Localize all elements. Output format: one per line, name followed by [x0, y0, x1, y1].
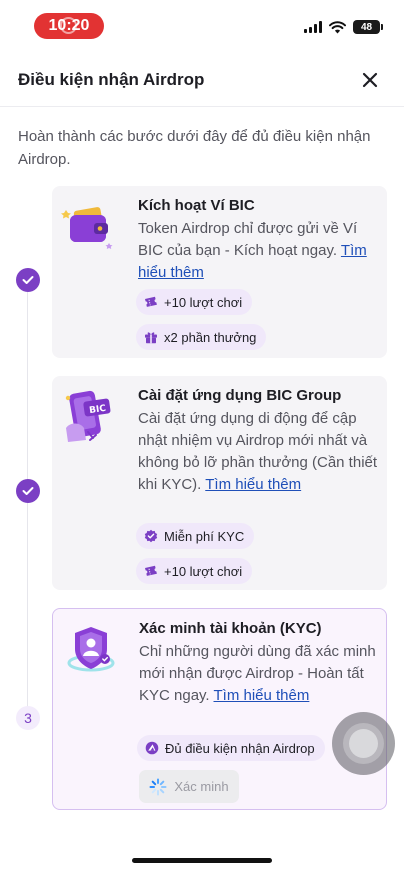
- step-card-install-app: BIC Cài đặt ứng dụng BIC Group Cài đặt ứ…: [52, 376, 387, 590]
- step-2-complete-badge: [16, 479, 40, 503]
- reward-chip-plays: +10 lượt chơi: [136, 558, 253, 584]
- verify-button[interactable]: Xác minh: [139, 770, 239, 803]
- wallet-icon: [61, 207, 113, 249]
- eligibility-chip: Đủ điều kiện nhận Airdrop: [137, 735, 325, 761]
- step-description: Chỉ những người dùng đã xác minh mới nhậ…: [139, 643, 376, 704]
- step-3-number-badge: 3: [16, 706, 40, 730]
- step-description: Cài đặt ứng dụng di động để cập nhật nhi…: [138, 410, 378, 493]
- phone-app-icon: BIC: [65, 390, 111, 442]
- home-indicator[interactable]: [132, 858, 272, 863]
- learn-more-link[interactable]: Tìm hiểu thêm: [214, 687, 310, 704]
- verify-button-label: Xác minh: [174, 779, 229, 794]
- reward-chip-multiplier: x2 phần thưởng: [136, 324, 267, 350]
- verified-badge-icon: [144, 529, 158, 543]
- wifi-icon: [329, 20, 346, 33]
- learn-more-link[interactable]: Tìm hiểu thêm: [205, 476, 301, 493]
- status-indicators: 48: [304, 20, 383, 34]
- step-1-complete-badge: [16, 268, 40, 292]
- chip-label: +10 lượt chơi: [164, 294, 243, 310]
- header-divider: [0, 106, 404, 107]
- ticket-icon: [145, 296, 157, 307]
- reward-chip-free-kyc: Miễn phí KYC: [136, 523, 255, 549]
- chip-label: x2 phần thưởng: [164, 329, 257, 345]
- svg-text:BIC: BIC: [89, 404, 107, 416]
- page-title: Điều kiện nhận Airdrop: [18, 70, 205, 89]
- screen-record-icon: [60, 17, 77, 34]
- spinner-icon: [149, 778, 167, 795]
- header: Điều kiện nhận Airdrop: [0, 56, 404, 106]
- cellular-signal-icon: [304, 21, 322, 33]
- close-icon: [362, 72, 378, 88]
- chip-label: +10 lượt chơi: [164, 563, 243, 579]
- reward-chip-plays: +10 lượt chơi: [136, 289, 253, 315]
- step-description: Token Airdrop chỉ được gửi về Ví BIC của…: [138, 220, 367, 281]
- battery-icon: 48: [353, 20, 383, 34]
- shield-star-icon: [145, 741, 159, 755]
- check-icon: [22, 276, 34, 284]
- ticket-icon: [145, 565, 157, 576]
- chip-label: Miễn phí KYC: [164, 528, 245, 544]
- check-icon: [22, 487, 34, 495]
- status-bar: 10:20 48: [0, 0, 404, 54]
- step-title: Kích hoạt Ví BIC: [138, 197, 255, 214]
- intro-text: Hoàn thành các bước dưới đây để đủ điều …: [18, 128, 371, 168]
- step-title: Cài đặt ứng dụng BIC Group: [138, 387, 342, 404]
- step-card-kyc: Xác minh tài khoản (KYC) Chỉ những người…: [52, 608, 387, 810]
- close-button[interactable]: [358, 68, 382, 92]
- gift-icon: [145, 332, 157, 344]
- step-card-activate-wallet: Kích hoạt Ví BIC Token Airdrop chỉ được …: [52, 186, 387, 358]
- assistive-touch-ring: [343, 723, 384, 764]
- chip-label: Đủ điều kiện nhận Airdrop: [165, 740, 315, 756]
- step-title: Xác minh tài khoản (KYC): [139, 620, 322, 637]
- assistive-touch-button[interactable]: [332, 712, 395, 775]
- shield-user-icon: [67, 627, 115, 672]
